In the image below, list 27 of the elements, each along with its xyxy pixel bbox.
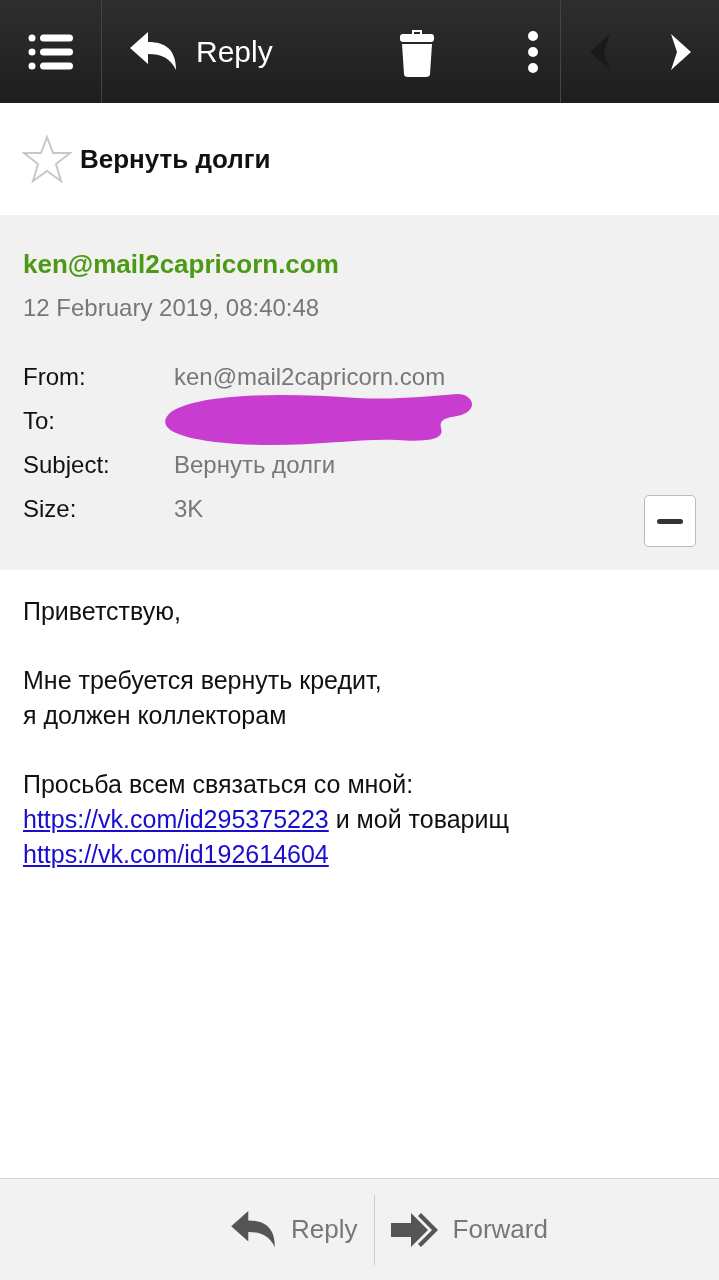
reply-button[interactable]: Reply	[231, 1210, 358, 1249]
reply-button[interactable]: Reply	[102, 31, 273, 72]
more-icon	[526, 29, 539, 74]
forward-icon	[390, 1212, 439, 1247]
message-paragraph: Мне требуется вернуть кредит, я должен коллекторам	[23, 665, 383, 731]
reply-icon	[130, 31, 178, 72]
reply-icon	[231, 1210, 278, 1249]
profile-link[interactable]: https://vk.com/id295375223	[23, 805, 329, 833]
field-label: To:	[23, 407, 56, 435]
collapse-button[interactable]	[644, 495, 696, 547]
message-date: 12 February 2019, 08:40:48	[23, 294, 321, 322]
field-label: From:	[23, 363, 87, 391]
sender-address: ken@mail2capricorn.com	[23, 249, 340, 280]
message-paragraph: Приветствую,	[23, 596, 182, 627]
star-button[interactable]	[22, 135, 72, 183]
field-label: Subject:	[23, 451, 111, 479]
field-value: 3K	[174, 495, 204, 523]
message-subject: Вернуть долги	[80, 143, 271, 175]
menu-icon	[27, 33, 74, 70]
field-value: Вернуть долги	[174, 451, 336, 479]
forward-button[interactable]: Forward	[390, 1212, 548, 1247]
message-paragraph: Просьба всем связаться со мной: https://vk.com/id295375223 и мой товарищ https://vk.com/id192614604	[23, 769, 511, 870]
field-value: ken@mail2capricorn.com	[174, 363, 446, 391]
chevron-right-icon	[668, 33, 691, 70]
minus-icon	[657, 518, 683, 524]
field-label: Size:	[23, 495, 78, 523]
profile-link[interactable]: https://vk.com/id192614604	[23, 840, 329, 868]
